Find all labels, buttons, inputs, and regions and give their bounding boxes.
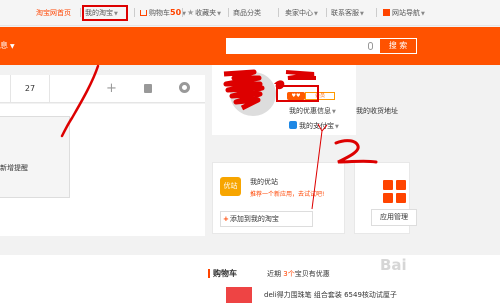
hand-drawn-annotations [60,64,378,210]
taobao-page: 淘宝网首页 我的淘宝▼ 购物车50▼ ★收藏夹▼ 商品分类 卖家中心▼ 联系客服… [0,0,500,303]
